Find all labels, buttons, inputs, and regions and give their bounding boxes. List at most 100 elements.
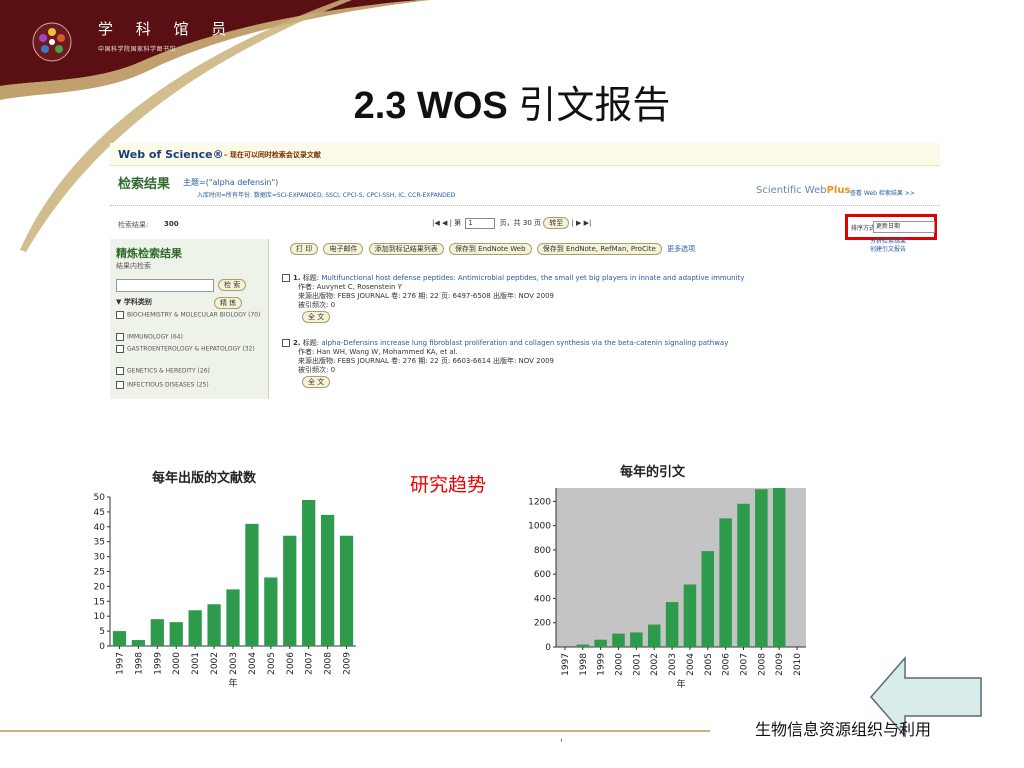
pager-prev-icons[interactable]: |◀ ◀ | 第	[432, 219, 461, 227]
sort-highlight-box: 排序方式: 更新日期	[845, 214, 937, 240]
bar	[719, 518, 732, 647]
subject-item[interactable]: GASTROENTEROLOGY & HEPATOLOGY (32)	[116, 345, 264, 354]
y-tick-label: 400	[534, 594, 551, 604]
print-button[interactable]: 打 印	[290, 243, 319, 255]
y-tick-label: 50	[94, 493, 106, 503]
subject-label: BIOCHEMISTRY & MOLECULAR BIOLOGY (70)	[127, 311, 261, 319]
bar	[630, 632, 643, 647]
x-tick-label: 2001	[632, 653, 642, 676]
x-tick-label: 1998	[579, 653, 589, 676]
more-options-link[interactable]: 更多选项	[667, 245, 695, 253]
x-tick-label: 2007	[305, 652, 315, 675]
brand-title: 学 科 馆 员	[98, 20, 236, 38]
x-tick-label: 2006	[722, 653, 732, 676]
refine-search-button[interactable]: 检 索	[218, 279, 247, 291]
y-tick-label: 15	[94, 597, 105, 607]
subject-item[interactable]: GENETICS & HEREDITY (26)	[116, 367, 264, 376]
bar	[594, 639, 607, 647]
bar	[737, 503, 750, 647]
fulltext-button[interactable]: 全 文	[302, 311, 331, 323]
add-marked-list-button[interactable]: 添加到标记结果列表	[368, 243, 444, 255]
x-tick-label: 2005	[704, 653, 714, 676]
x-tick-label: 1997	[115, 652, 125, 675]
analysis-links: 分析检索结果 创建引文报告	[870, 238, 906, 254]
page-input[interactable]: 1	[465, 217, 496, 229]
email-button[interactable]: 电子邮件	[323, 243, 364, 255]
subject-item[interactable]: BIOCHEMISTRY & MOLECULAR BIOLOGY (70)	[116, 311, 264, 320]
x-tick-label: 2008	[324, 652, 334, 675]
scientific-webplus-logo[interactable]: Scientific WebPlus	[756, 185, 850, 196]
subject-item[interactable]: INFECTIOUS DISEASES (25)	[116, 381, 264, 390]
fulltext-button[interactable]: 全 文	[302, 376, 331, 388]
research-trend-label: 研究趋势	[410, 474, 487, 496]
checkbox[interactable]	[116, 381, 124, 389]
go-button[interactable]: 转至	[543, 217, 570, 229]
bar	[207, 604, 221, 646]
bar	[772, 488, 786, 647]
y-tick-label: 600	[534, 570, 551, 580]
y-tick-label: 1200	[528, 497, 551, 507]
bar	[665, 602, 679, 647]
result-count-label: 检索结果:	[118, 221, 149, 229]
record-number: 2.	[293, 339, 301, 347]
checkbox[interactable]	[116, 333, 124, 341]
save-endnote-web-button[interactable]: 保存到 EndNote Web	[448, 243, 532, 255]
record-title-link[interactable]: alpha-Defensins increase lung fibroblast…	[321, 339, 728, 347]
checkbox[interactable]	[116, 345, 124, 353]
y-tick-label: 0	[545, 643, 551, 653]
refine-button[interactable]: 精 炼	[214, 297, 243, 309]
results-heading: 检索结果	[118, 177, 171, 192]
bar	[264, 577, 278, 646]
bar	[188, 610, 202, 646]
chart1-title: 每年出版的文献数	[152, 471, 257, 486]
bar	[576, 644, 590, 647]
y-tick-label: 800	[534, 546, 551, 556]
record-title-label: 标题:	[302, 274, 320, 282]
wos-brand[interactable]: Web of Science®	[118, 148, 224, 161]
record-cited: 被引频次: 0	[298, 366, 336, 374]
y-tick-label: 20	[94, 582, 106, 592]
record-item: 1. 标题: Multifunctional host defense pept…	[282, 274, 932, 323]
chart2-title: 每年的引文	[620, 465, 686, 480]
query-topic: 主题=("alpha defensin")	[183, 178, 279, 187]
record-checkbox[interactable]	[282, 274, 290, 282]
bar	[612, 633, 625, 647]
sort-select[interactable]: 更新日期	[873, 221, 935, 233]
refine-title: 精炼检索结果	[116, 247, 182, 260]
bar	[226, 589, 240, 646]
brand-subtitle: 中国科学院国家科学图书馆	[98, 46, 177, 53]
x-tick-label: 2002	[210, 652, 220, 675]
subject-category-heading[interactable]: ▼ 学科类别	[116, 297, 152, 307]
checkbox[interactable]	[116, 311, 124, 319]
query-filters: 入库时间=所有年份. 数据库=SCI-EXPANDED, SSCI, CPCI-…	[197, 192, 456, 199]
record-checkbox[interactable]	[282, 339, 290, 347]
pager-total: 页，共 30 页	[499, 219, 541, 227]
wos-screenshot: Web of Science® – 现在可以同时检索会议录文献 检索结果 主题=…	[110, 143, 940, 399]
webplus-text-a: Scientific Web	[756, 185, 827, 196]
slide-title-cjk: 引文报告	[518, 83, 671, 127]
bar	[112, 631, 127, 646]
bar	[283, 535, 297, 646]
pager-next-icons[interactable]: | ▶ ▶|	[571, 219, 591, 227]
x-tick-label: 2000	[172, 652, 182, 675]
x-tick-label: 2006	[286, 652, 296, 675]
analyze-results-link[interactable]: 分析检索结果	[870, 238, 906, 246]
subject-label: GASTROENTEROLOGY & HEPATOLOGY (32)	[127, 345, 255, 353]
x-axis-label: 年	[676, 678, 685, 690]
record-number: 1.	[293, 274, 301, 282]
citations-per-year-chart: 0 200 400 600 800 1000 1200 1997 1998 1999 2000 200…	[528, 488, 806, 690]
record-title-link[interactable]: Multifunctional host defense peptides: A…	[321, 274, 744, 282]
save-endnote-refman-button[interactable]: 保存到 EndNote, RefMan, ProCite	[536, 243, 662, 255]
checkbox[interactable]	[116, 367, 124, 375]
bar	[320, 514, 335, 646]
subject-label: IMMUNOLOGY (64)	[127, 333, 183, 341]
y-tick-label: 45	[94, 508, 105, 518]
footer-text: 生物信息资源组织与利用	[755, 720, 932, 739]
web-results-link[interactable]: 查看 Web 检索结果 >>	[850, 188, 915, 197]
citation-report-link[interactable]: 创建引文报告	[870, 246, 906, 254]
x-tick-label: 2010	[793, 653, 803, 676]
refine-search-input[interactable]	[116, 279, 214, 292]
subject-item[interactable]: IMMUNOLOGY (64)	[116, 333, 264, 342]
wos-brand-note: – 现在可以同时检索会议录文献	[224, 151, 321, 159]
record-source: 来源出版物: FEBS JOURNAL 卷: 276 期: 22 页: 6603…	[298, 357, 554, 365]
